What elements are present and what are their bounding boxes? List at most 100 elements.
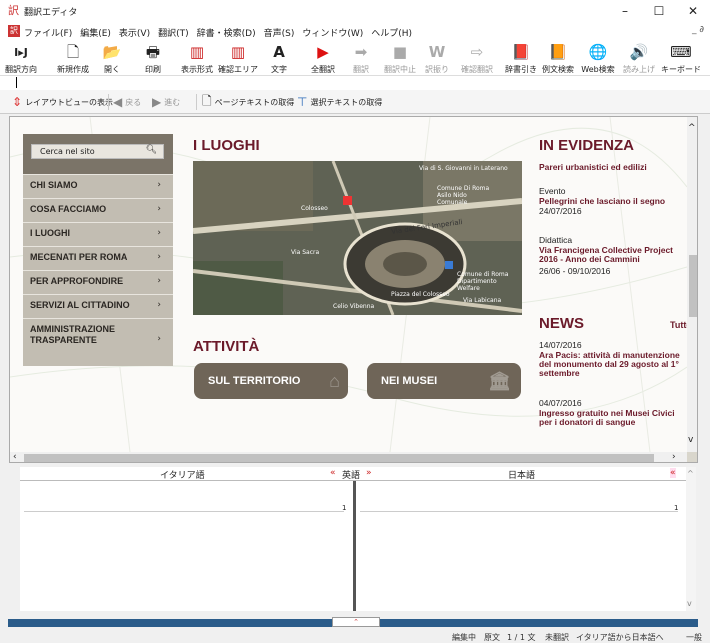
target-text-pane[interactable]: 1 bbox=[356, 481, 686, 611]
translation-direction-button[interactable]: I▸J 翻訳方向 bbox=[4, 43, 38, 75]
globe-icon: 🌐 bbox=[588, 43, 608, 61]
menu-file[interactable]: ファイル(F) bbox=[24, 26, 72, 39]
reading-aid-button[interactable]: W 訳振り bbox=[424, 43, 450, 75]
vertical-scrollbar[interactable]: ^ v bbox=[687, 117, 697, 452]
maximize-button[interactable]: ☐ bbox=[642, 0, 676, 22]
source-language-label: イタリア語 bbox=[160, 471, 205, 481]
colosseum-aerial-image[interactable]: Colosseo Comune Di Roma Asilo Nido Comun… bbox=[193, 161, 522, 315]
sul-territorio-button[interactable]: SUL TERRITORIO ⌂ bbox=[194, 363, 348, 399]
translation-scrollbar[interactable]: ^ v bbox=[686, 467, 696, 611]
page-icon: 🗋 bbox=[202, 93, 212, 108]
menu-help[interactable]: ヘルプ(H) bbox=[371, 26, 412, 39]
map-label: Colosseo bbox=[301, 205, 328, 212]
site-search-input[interactable]: Cerca nel sito 🔍︎ bbox=[31, 144, 164, 159]
scroll-thumb[interactable] bbox=[689, 255, 697, 317]
menu-view[interactable]: 表示(V) bbox=[119, 26, 150, 39]
map-label: Via di S. Giovanni in Laterano bbox=[419, 165, 508, 172]
evidenza-link-francigena[interactable]: Via Francigena Collective Project 2016 -… bbox=[539, 246, 687, 264]
scroll-up-icon[interactable]: ^ bbox=[687, 469, 694, 478]
stop-icon: ■ bbox=[392, 43, 408, 61]
menu-voice[interactable]: 音声(S) bbox=[264, 26, 295, 39]
separator bbox=[196, 94, 197, 110]
nav-i-luoghi[interactable]: I LUOGHI › bbox=[23, 222, 173, 246]
menu-translate[interactable]: 翻訳(T) bbox=[158, 26, 189, 39]
swap-left-icon[interactable]: « bbox=[330, 468, 336, 478]
get-selected-text-button[interactable]: ⊤ 選択テキストの取得 bbox=[297, 94, 382, 110]
print-button[interactable]: 🖶 印刷 bbox=[140, 43, 166, 75]
stop-translation-button[interactable]: ■ 翻訳中止 bbox=[382, 43, 418, 75]
close-button[interactable]: ✕ bbox=[676, 0, 710, 22]
nav-amministrazione[interactable]: AMMINISTRAZIONE TRASPARENTE › bbox=[23, 318, 173, 366]
layout-icon: ▥ bbox=[189, 43, 205, 61]
menu-window[interactable]: ウィンドウ(W) bbox=[302, 26, 363, 39]
nav-chi-siamo[interactable]: CHI SIAMO › bbox=[23, 174, 173, 198]
confirm-translation-button[interactable]: ⇨ 確認翻訳 bbox=[460, 43, 494, 75]
in-evidenza-heading: IN EVIDENZA bbox=[539, 137, 635, 154]
chevron-right-icon: › bbox=[157, 300, 161, 310]
search-placeholder: Cerca nel sito bbox=[40, 147, 95, 156]
chevron-right-icon: › bbox=[157, 228, 161, 238]
expand-toggle-icon[interactable]: ⌃ bbox=[332, 617, 380, 627]
selection-icon: ⊤ bbox=[297, 95, 308, 109]
window-title: 翻訳エディタ bbox=[24, 8, 78, 18]
evidenza-link-pellegrini[interactable]: Pellegrini che lasciano il segno bbox=[539, 197, 687, 206]
search-icon[interactable]: 🔍︎ bbox=[146, 145, 157, 155]
example-search-button[interactable]: 📙 例文検索 bbox=[541, 43, 575, 75]
translate-button[interactable]: ➡ 翻訳 bbox=[348, 43, 374, 75]
collapse-icon[interactable]: « bbox=[670, 468, 676, 478]
minimize-button[interactable]: – bbox=[608, 0, 642, 22]
scroll-right-icon[interactable]: › bbox=[672, 452, 676, 462]
evidenza-link-pareri[interactable]: Pareri urbanistici ed edilizi bbox=[539, 163, 687, 172]
luoghi-heading: I LUOGHI bbox=[193, 137, 260, 154]
read-aloud-button[interactable]: 🔊 読み上げ bbox=[622, 43, 656, 75]
nav-cosa-facciamo[interactable]: COSA FACCIAMO › bbox=[23, 198, 173, 222]
pane-divider-bar[interactable]: ⌃ bbox=[8, 617, 698, 627]
translate-all-button[interactable]: ▶ 全翻訳 bbox=[308, 43, 338, 75]
separator bbox=[108, 94, 109, 110]
mdi-controls[interactable]: _ ∂ bbox=[692, 25, 704, 35]
back-button[interactable]: ◀ 戻る bbox=[113, 94, 141, 110]
scroll-down-icon[interactable]: v bbox=[688, 435, 693, 445]
swap-right-icon[interactable]: » bbox=[366, 468, 372, 478]
check-area-button[interactable]: ▥ 確認エリア bbox=[218, 43, 258, 75]
open-button[interactable]: 📂 開く bbox=[98, 43, 126, 75]
news-link-ara-pacis[interactable]: Ara Pacis: attività di manutenzione del … bbox=[539, 351, 685, 378]
browser-toolbar: ⇕ レイアウトビューの表示 ◀ 戻る ▶ 進む 🗋 ページテキストの取得 ⊤ 選… bbox=[0, 90, 710, 114]
scroll-up-icon[interactable]: ^ bbox=[688, 123, 696, 133]
font-button[interactable]: A 文字 bbox=[266, 43, 292, 75]
nav-mecenati[interactable]: MECENATI PER ROMA › bbox=[23, 246, 173, 270]
map-label: Celio Vibenna bbox=[333, 303, 375, 310]
text-cursor-row[interactable] bbox=[0, 76, 710, 90]
layout-view-button[interactable]: ⇕ レイアウトビューの表示 bbox=[12, 94, 113, 110]
news-link-ingresso[interactable]: Ingresso gratuito nei Musei Civici per i… bbox=[539, 409, 685, 427]
landscape-icon: ⌂ bbox=[329, 371, 340, 391]
source-text-pane[interactable]: 1 bbox=[20, 481, 353, 611]
forward-button[interactable]: ▶ 進む bbox=[152, 94, 180, 110]
line-number: 1 bbox=[674, 504, 679, 512]
translation-header: イタリア語 « 英語 » 日本語 « bbox=[20, 467, 695, 481]
nei-musei-button[interactable]: NEI MUSEI 🏛︎ bbox=[367, 363, 521, 399]
display-format-button[interactable]: ▥ 表示形式 bbox=[178, 43, 216, 75]
menu-edit[interactable]: 編集(E) bbox=[80, 26, 111, 39]
word-icon: W bbox=[428, 43, 446, 61]
news-all-link[interactable]: Tutte bbox=[670, 320, 687, 330]
evidenza-date: 26/06 - 09/10/2016 bbox=[539, 266, 611, 276]
nav-servizi[interactable]: SERVIZI AL CITTADINO › bbox=[23, 294, 173, 318]
menu-dictionary[interactable]: 辞書・検索(D) bbox=[197, 26, 256, 39]
dictionary-lookup-button[interactable]: 📕 辞書引き bbox=[504, 43, 538, 75]
scroll-left-icon[interactable]: ‹ bbox=[13, 452, 17, 462]
middle-language-label: 英語 bbox=[342, 471, 361, 481]
web-search-button[interactable]: 🌐 Web検索 bbox=[580, 43, 616, 75]
get-page-text-button[interactable]: 🗋 ページテキストの取得 bbox=[202, 94, 294, 110]
confirm-arrow-icon: ⇨ bbox=[470, 43, 484, 61]
new-button[interactable]: 🗋 新規作成 bbox=[56, 43, 90, 75]
news-date: 04/07/2016 bbox=[539, 398, 582, 408]
news-date: 14/07/2016 bbox=[539, 340, 582, 350]
keyboard-button[interactable]: ⌨ キーボード bbox=[660, 43, 702, 75]
scroll-down-icon[interactable]: v bbox=[687, 599, 692, 608]
direction-icon: I▸J bbox=[14, 46, 28, 59]
horizontal-scrollbar[interactable]: ‹ › bbox=[10, 452, 687, 462]
play-icon: ▶ bbox=[317, 43, 329, 61]
nav-per-approfondire[interactable]: PER APPROFONDIRE › bbox=[23, 270, 173, 294]
scroll-thumb[interactable] bbox=[24, 454, 654, 462]
